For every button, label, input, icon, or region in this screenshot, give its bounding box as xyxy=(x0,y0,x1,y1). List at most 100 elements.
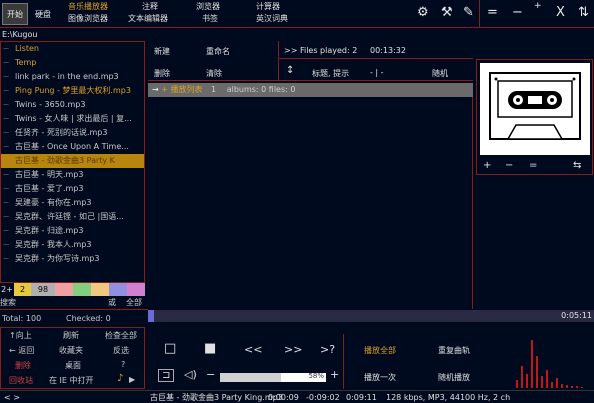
gear-icon[interactable]: ⚙ xyxy=(417,5,429,21)
previous-icon[interactable]: << xyxy=(244,343,262,356)
start-button[interactable]: 开始 xyxy=(2,3,28,25)
color-swatch[interactable] xyxy=(109,283,127,296)
spectrum-bar xyxy=(521,366,523,388)
path-bar[interactable]: E:\Kugou xyxy=(0,29,148,41)
rename-button[interactable]: 重命名 xyxy=(206,46,230,57)
volume-down-icon[interactable]: − xyxy=(206,368,215,381)
repeat-track-button[interactable]: 重复曲轨 xyxy=(438,345,470,356)
help-button[interactable]: ? xyxy=(121,360,125,369)
volume-slider[interactable]: 58% xyxy=(220,372,326,382)
refresh-button[interactable]: 刷新 xyxy=(63,330,79,341)
search-label[interactable]: 搜索 xyxy=(0,296,16,310)
list-item[interactable]: 吴建豪 - 有你在.mp3 xyxy=(1,196,144,210)
color-swatch[interactable]: 98 xyxy=(31,283,55,296)
nav-arrows[interactable]: < > xyxy=(4,391,20,403)
shuffle-column[interactable]: 随机 xyxy=(432,68,448,79)
list-item[interactable]: Twins - 3650.mp3 xyxy=(1,98,144,112)
resize-icon[interactable]: ⇅ xyxy=(578,5,589,21)
back-button[interactable]: ← 返回 xyxy=(9,345,34,356)
add-cover-icon[interactable]: + xyxy=(483,160,491,171)
hammer-icon[interactable]: ⚒ xyxy=(441,5,453,21)
stop-icon[interactable]: □ xyxy=(164,341,176,356)
list-item[interactable]: Ping Pung - 梦里最大权利.mp3 xyxy=(1,84,144,98)
swap-icon[interactable]: ⇆ xyxy=(573,160,581,171)
playlist-toggle-icon[interactable]: ⊐ xyxy=(158,369,175,382)
list-item[interactable]: 吴克群 - 为你写诗.mp3 xyxy=(1,252,144,266)
color-swatch[interactable] xyxy=(91,283,109,296)
minimize-icon[interactable]: − xyxy=(512,5,523,21)
clear-button[interactable]: 清除 xyxy=(206,68,222,79)
list-item[interactable]: 吴克群 - 归途.mp3 xyxy=(1,224,144,238)
list-item[interactable]: link park - in the end.mp3 xyxy=(1,70,144,84)
color-filter-strip[interactable]: 2+ 2 98 xyxy=(0,283,145,296)
search-row[interactable]: 搜索 或 全部 xyxy=(0,296,148,310)
bookmarks-menu[interactable]: 书签 xyxy=(196,13,220,25)
list-item[interactable]: 古巨基 - 明天.mp3 xyxy=(1,168,144,182)
next-icon[interactable]: >> xyxy=(284,343,302,356)
favorites-button[interactable]: 收藏夹 xyxy=(59,345,83,356)
speaker-icon[interactable]: ◁) xyxy=(184,368,197,381)
menu-group-browser[interactable]: 浏览器 书签 xyxy=(196,1,220,25)
list-item[interactable]: Listen xyxy=(1,42,144,56)
color-swatch[interactable]: 2+ xyxy=(0,283,14,296)
sort-icon[interactable]: ↕ xyxy=(286,65,294,76)
seek-thumb[interactable] xyxy=(148,310,154,322)
remove-cover-icon[interactable]: − xyxy=(505,160,513,171)
list-item[interactable]: 古巨基 - Once Upon A Time... xyxy=(1,140,144,154)
notes-menu[interactable]: 注释 xyxy=(128,1,168,13)
list-item[interactable]: 吴克群 - 我本人.mp3 xyxy=(1,238,144,252)
new-button[interactable]: 新建 xyxy=(154,46,170,57)
delete-button[interactable]: 删除 xyxy=(15,360,31,371)
color-swatch[interactable] xyxy=(127,283,145,296)
spectrum-bar xyxy=(576,386,578,388)
music-note-icon[interactable]: ♪ xyxy=(117,373,123,384)
menu-icon[interactable]: = xyxy=(487,5,498,21)
open-in-ie-button[interactable]: 在 IE 中打开 xyxy=(49,375,94,386)
playlist-header[interactable]: → + 播放列表 1 albums: 0 files: 0 xyxy=(148,83,473,97)
list-item[interactable]: 吴克群、许廷铿 - 如己 |国语... xyxy=(1,210,144,224)
play-arrow-icon[interactable]: ▶ xyxy=(129,375,135,384)
random-play-button[interactable]: 随机播放 xyxy=(438,372,470,383)
file-list[interactable]: ListenTemplink park - in the end.mp3Ping… xyxy=(0,41,145,283)
menu-group-calc[interactable]: 计算器 英汉词典 xyxy=(256,1,288,25)
delete-playlist-button[interactable]: 删除 xyxy=(154,68,170,79)
color-swatch[interactable] xyxy=(55,283,73,296)
menu-group-notes[interactable]: 注释 文本编辑器 xyxy=(128,1,168,25)
up-button[interactable]: ↑向上 xyxy=(9,330,32,341)
title-hint-column[interactable]: 标题, 提示 xyxy=(312,68,349,79)
list-item[interactable]: 任贤齐 - 死别的话说.mp3 xyxy=(1,126,144,140)
disk-button[interactable]: 硬盘 xyxy=(30,3,56,25)
playlist-prefix: + xyxy=(161,85,171,94)
seek-bar[interactable]: 0:05:11 xyxy=(148,310,594,322)
menu-group-music[interactable]: 音乐播放器 图像浏览器 xyxy=(68,1,108,25)
volume-up-icon[interactable]: + xyxy=(330,368,339,381)
calculator-menu[interactable]: 计算器 xyxy=(256,1,288,13)
invert-button[interactable]: 反选 xyxy=(113,345,129,356)
pencil-icon[interactable]: ✎ xyxy=(463,5,474,21)
recycle-bin-button[interactable]: 回收站 xyxy=(9,375,33,386)
close-icon[interactable]: X xyxy=(556,5,565,21)
play-all-button[interactable]: 播放全部 xyxy=(364,345,396,356)
play-once-button[interactable]: 播放一次 xyxy=(364,372,396,383)
color-swatch[interactable] xyxy=(73,283,91,296)
playlist-area[interactable] xyxy=(148,97,473,309)
list-item[interactable]: Twins - 女人味 | 求出最后 | 复... xyxy=(1,112,144,126)
music-player-menu[interactable]: 音乐播放器 xyxy=(68,1,108,13)
color-swatch[interactable]: 2 xyxy=(14,283,31,296)
list-item[interactable]: Temp xyxy=(1,56,144,70)
dictionary-menu[interactable]: 英汉词典 xyxy=(256,13,288,25)
list-item[interactable]: 古巨基 - 劲歌金曲3 Party K xyxy=(1,154,144,168)
small-plus-icon[interactable]: + xyxy=(534,0,542,14)
separator-column[interactable]: - | - xyxy=(370,68,384,77)
list-item[interactable]: 古巨基 - 爱了.mp3 xyxy=(1,182,144,196)
equal-icon[interactable]: = xyxy=(529,160,537,171)
random-next-icon[interactable]: >? xyxy=(320,343,335,356)
search-all-button[interactable]: 全部 xyxy=(126,296,142,310)
pause-icon[interactable]: ■ xyxy=(204,341,216,356)
image-viewer-menu[interactable]: 图像浏览器 xyxy=(68,13,108,25)
check-all-button[interactable]: 检查全部 xyxy=(105,330,137,341)
browser-menu[interactable]: 浏览器 xyxy=(196,1,220,13)
files-played-label: >> Files played: 2 xyxy=(284,46,358,55)
desktop-button[interactable]: 桌面 xyxy=(65,360,81,371)
text-editor-menu[interactable]: 文本编辑器 xyxy=(128,13,168,25)
